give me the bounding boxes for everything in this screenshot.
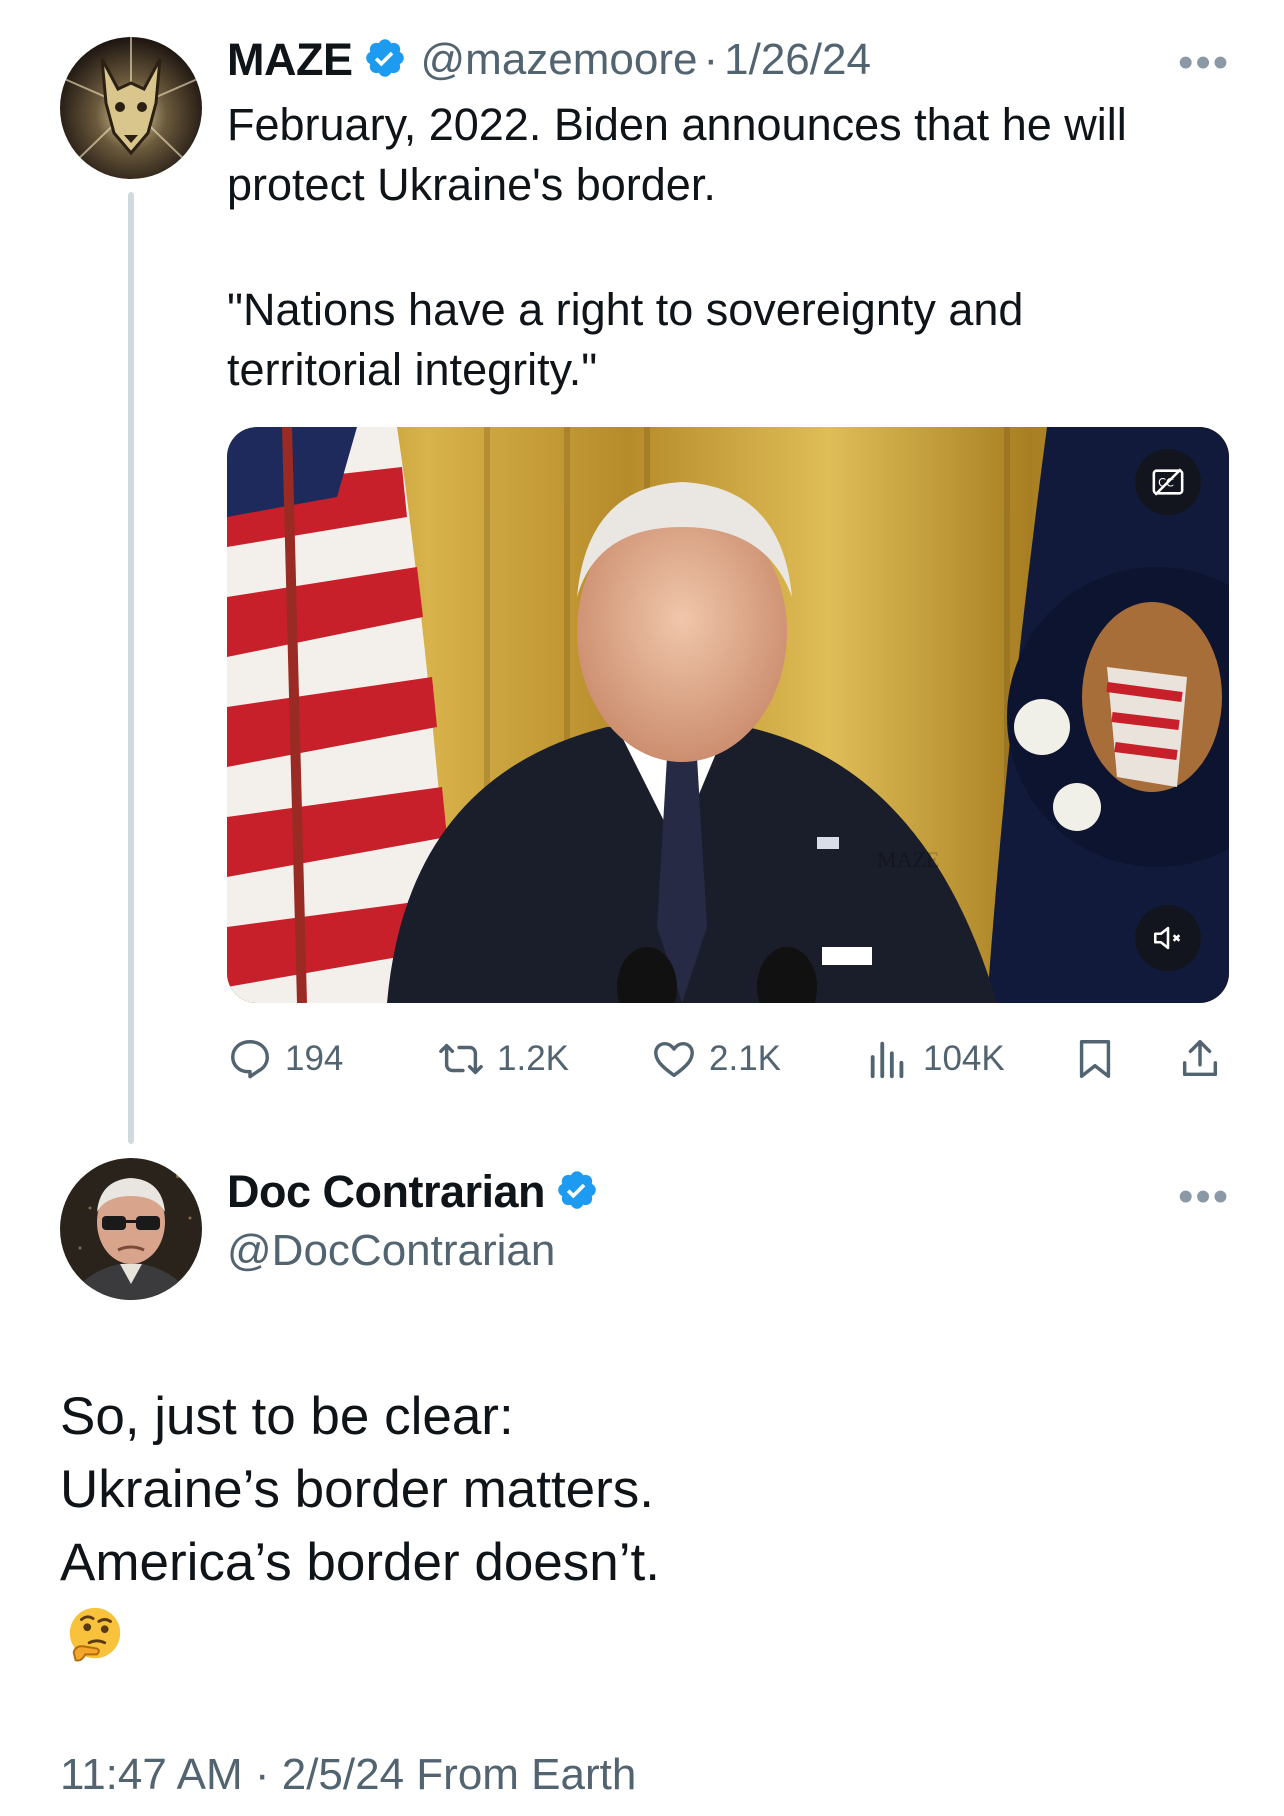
repost-icon [439, 1043, 483, 1075]
repost-button[interactable]: 1.2K [437, 1036, 569, 1082]
view-count: 104K [923, 1039, 1005, 1078]
share-icon [1182, 1040, 1218, 1077]
thread-connector-line [128, 192, 134, 1144]
reply-text: So, just to be clear: Ukraine’s border m… [60, 1387, 660, 1592]
author-handle[interactable]: @mazemoore [421, 35, 698, 85]
views-chart-icon [870, 1041, 904, 1079]
captions-toggle-button[interactable]: CC [1135, 449, 1201, 515]
verified-badge-icon [363, 36, 407, 85]
dot-separator: · [703, 35, 719, 84]
tweet-text-paragraph-2: "Nations have a right to sovereignty and… [227, 284, 1024, 395]
bookmark-icon [1079, 1040, 1111, 1078]
reply-timestamp[interactable]: 11:47 AM · 2/5/24 From Earth [60, 1750, 636, 1800]
reply-icon [231, 1040, 269, 1079]
doc-contrarian-avatar[interactable] [60, 1158, 202, 1300]
views-button[interactable]: 104K [865, 1036, 1005, 1082]
reply-author-line: Doc Contrarian [227, 1162, 599, 1222]
thinking-face-emoji [64, 1604, 126, 1671]
tweet-header: MAZE @mazemoore · 1/26/24 [227, 30, 871, 90]
reply-button[interactable]: 194 [227, 1036, 343, 1082]
reply-more-options-icon[interactable]: ••• [1178, 1172, 1230, 1222]
muted-speaker-icon [1153, 926, 1181, 950]
like-button[interactable]: 2.1K [651, 1036, 781, 1082]
reply-author-name[interactable]: Doc Contrarian [227, 1166, 546, 1218]
cc-off-icon: CC [1152, 468, 1184, 496]
reply-author-handle[interactable]: @DocContrarian [227, 1226, 555, 1276]
author-name[interactable]: MAZE [227, 34, 353, 86]
share-button[interactable] [1177, 1036, 1223, 1087]
tweet-date[interactable]: 1/26/24 [724, 35, 871, 85]
tweet-text-paragraph-1: February, 2022. Biden announces that he … [227, 99, 1127, 210]
tweet-action-bar: 194 1.2K 2.1K 104K [227, 1030, 1229, 1090]
maze-avatar[interactable] [60, 37, 202, 179]
reply-count: 194 [285, 1039, 344, 1078]
more-options-icon[interactable]: ••• [1178, 38, 1230, 88]
heart-icon [654, 1041, 694, 1078]
verified-badge-icon [555, 1168, 599, 1217]
video-watermark: MAZE [877, 847, 939, 872]
bookmark-button[interactable] [1072, 1036, 1118, 1087]
tweet-video[interactable]: MAZE CC [227, 427, 1229, 1003]
like-count: 2.1K [709, 1039, 781, 1078]
repost-count: 1.2K [497, 1039, 569, 1078]
video-frame: MAZE [227, 427, 1229, 1003]
mute-toggle-button[interactable] [1135, 905, 1201, 971]
